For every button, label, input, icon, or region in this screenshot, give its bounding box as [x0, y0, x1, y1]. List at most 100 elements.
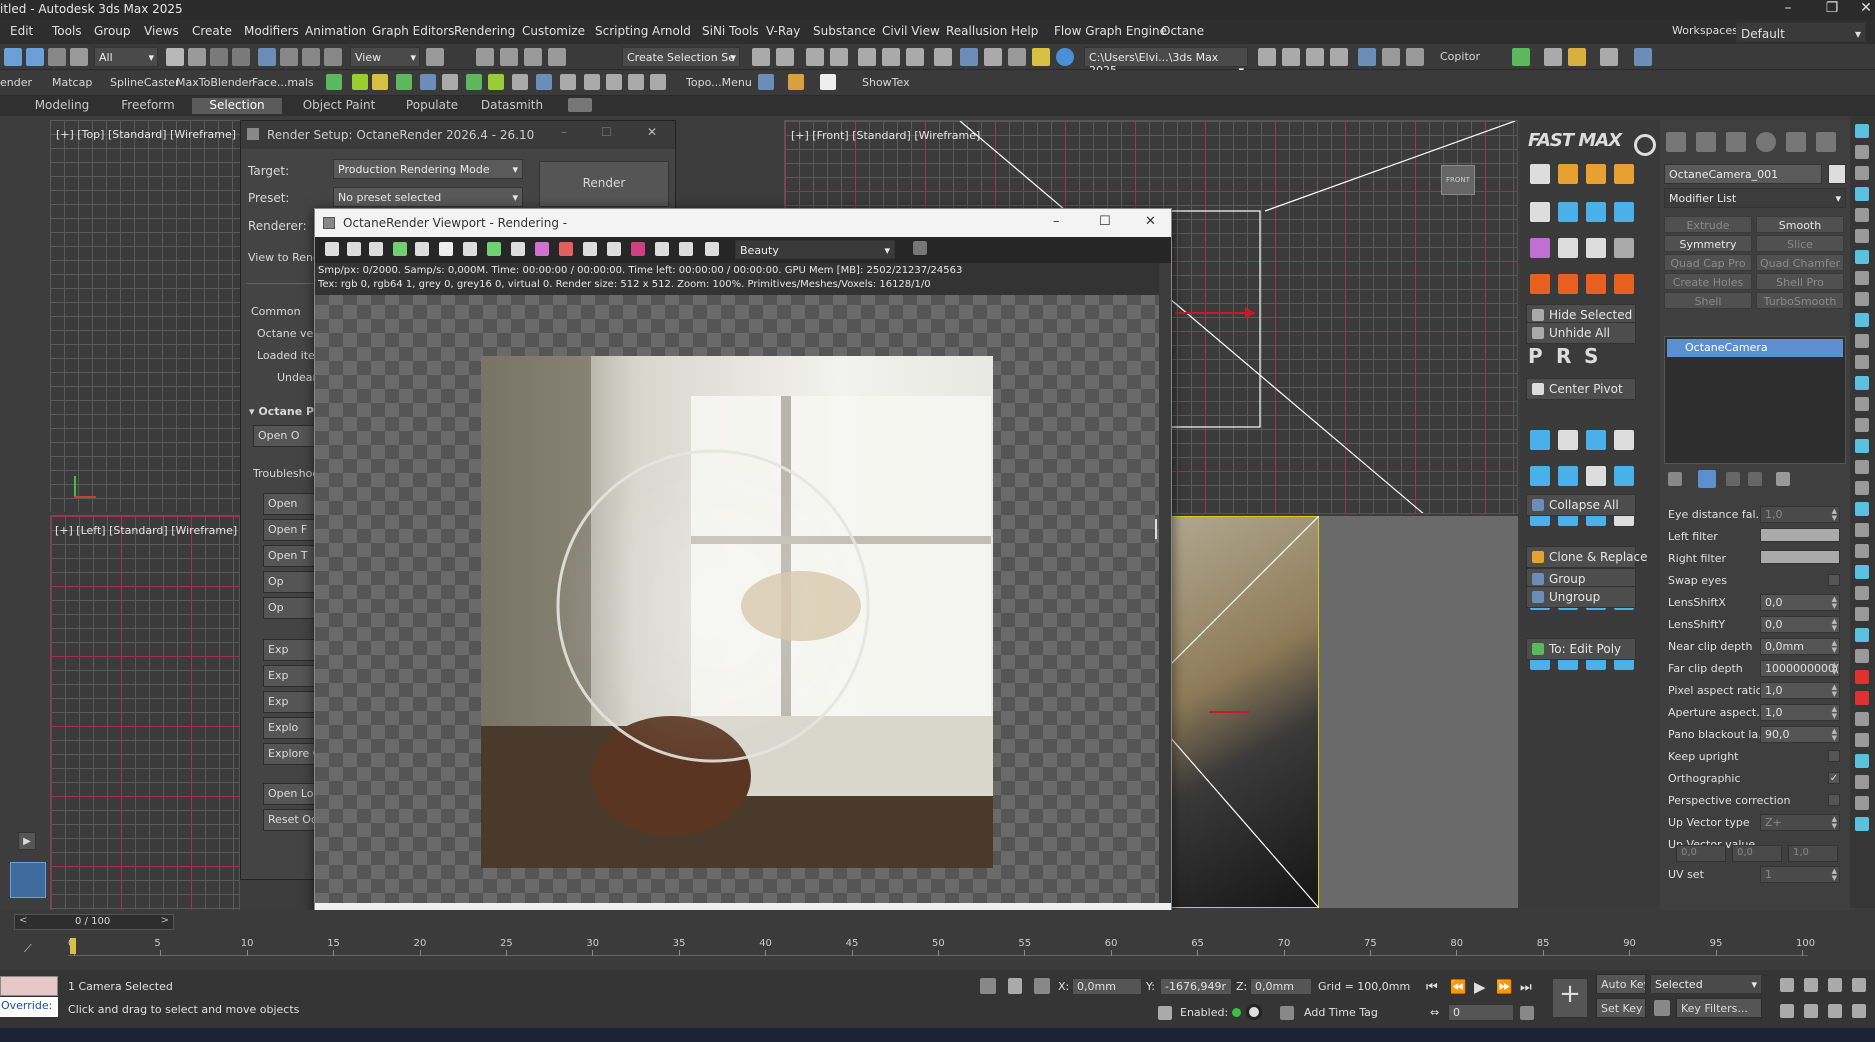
octane-tool-icon-8[interactable]: [511, 242, 525, 256]
key-mode-icon[interactable]: ⇔: [1430, 1006, 1439, 1019]
side-tool-icon-1[interactable]: [1855, 145, 1869, 159]
side-tool-icon-27[interactable]: [1855, 691, 1869, 705]
up-vector-field-0[interactable]: 0,0: [1676, 845, 1726, 862]
key-set-dropdown[interactable]: Selected ▾: [1650, 974, 1762, 994]
ribbon-tab-selection[interactable]: Selection: [192, 98, 282, 114]
menu-reallusion[interactable]: Reallusion: [946, 24, 1007, 38]
material-editor-icon[interactable]: [906, 48, 924, 66]
maxscript-listener[interactable]: [0, 976, 58, 996]
override-field[interactable]: Override:: [0, 997, 58, 1017]
script-tool-icon-11[interactable]: [584, 74, 600, 90]
side-tool-icon-17[interactable]: [1855, 481, 1869, 495]
ribbon-tab-freeform[interactable]: Freeform: [108, 98, 188, 114]
script-tool-icon-10[interactable]: [560, 74, 576, 90]
project-icon-2[interactable]: [1282, 48, 1300, 66]
side-tool-icon-30[interactable]: [1855, 754, 1869, 768]
link-icon[interactable]: [26, 48, 44, 66]
ribbon-tab-modeling[interactable]: Modeling: [20, 98, 104, 114]
octane-tool-icon-5[interactable]: [439, 242, 453, 256]
time-config-icon[interactable]: [1520, 1006, 1534, 1020]
menu-create[interactable]: Create: [192, 24, 232, 38]
a360-icon[interactable]: [1056, 48, 1074, 66]
curve-editor-icon[interactable]: [858, 48, 876, 66]
fastmax-tool-icon-13[interactable]: [1558, 274, 1578, 294]
side-tool-icon-15[interactable]: [1855, 439, 1869, 453]
curve-editor-mini-icon[interactable]: ⟋: [24, 942, 44, 962]
render-setup-minimize[interactable]: –: [561, 125, 567, 139]
script-tool-icon-16[interactable]: [788, 74, 804, 90]
create-tab-icon[interactable]: [1666, 132, 1686, 152]
modifier-smooth-button[interactable]: Smooth: [1756, 216, 1844, 233]
side-tool-icon-26[interactable]: [1855, 670, 1869, 684]
fastmax-tool-icon-22[interactable]: [1586, 430, 1606, 450]
spinner-arrows-icon[interactable]: ▲ ▼: [1832, 816, 1837, 830]
octane-tool-icon-0[interactable]: [325, 242, 339, 256]
fastmax-tool-icon-8[interactable]: [1530, 238, 1550, 258]
move-icon[interactable]: [258, 48, 276, 66]
param-checkbox-13[interactable]: [1828, 794, 1840, 806]
track-bar[interactable]: 0510152025303540455055606570758085909510…: [68, 936, 1815, 956]
target-dropdown[interactable]: Production Rendering Mode ▾: [333, 159, 523, 179]
absolute-mode-icon[interactable]: [1034, 978, 1050, 994]
rendered-frame-icon[interactable]: [960, 48, 978, 66]
window-crossing-icon[interactable]: [232, 48, 250, 66]
param-value-10[interactable]: 90,0 ▲ ▼: [1760, 726, 1840, 743]
fastmax-tool-icon-5[interactable]: [1558, 202, 1578, 222]
side-tool-icon-0[interactable]: [1855, 124, 1869, 138]
menu-civil-view[interactable]: Civil View: [882, 24, 940, 38]
param-value-8[interactable]: 1,0 ▲ ▼: [1760, 682, 1840, 699]
octane-close[interactable]: ✕: [1145, 214, 1156, 229]
record-toggle-icon[interactable]: [1246, 1004, 1262, 1020]
script-button-3[interactable]: MaxToBlender: [176, 76, 253, 89]
menu-flow-graph-engine[interactable]: Flow Graph Engine: [1054, 24, 1167, 38]
side-tool-icon-32[interactable]: [1855, 796, 1869, 810]
fastmax-ungroup-button[interactable]: Ungroup: [1526, 586, 1636, 608]
param-value-0[interactable]: 1,0 ▲ ▼: [1760, 506, 1840, 523]
hierarchy-tab-icon[interactable]: [1726, 132, 1746, 152]
side-tool-icon-4[interactable]: [1855, 208, 1869, 222]
key-filters-button[interactable]: Key Filters...: [1676, 998, 1762, 1018]
octane-tool-icon-10[interactable]: [559, 242, 573, 256]
current-frame-field[interactable]: 0: [1448, 1004, 1514, 1021]
menu-v-ray[interactable]: V-Ray: [766, 24, 800, 38]
param-value-9[interactable]: 1,0 ▲ ▼: [1760, 704, 1840, 721]
side-tool-icon-7[interactable]: [1855, 271, 1869, 285]
ribbon-toggle-icon[interactable]: [830, 48, 848, 66]
layer-explorer-icon[interactable]: [806, 48, 824, 66]
param-checkbox-11[interactable]: [1828, 750, 1840, 762]
menu-tools[interactable]: Tools: [52, 24, 82, 38]
render-setup-maximize[interactable]: ☐: [601, 125, 612, 139]
side-tool-icon-3[interactable]: [1855, 187, 1869, 201]
script-tool-icon-3[interactable]: [396, 74, 412, 90]
modifier-symmetry-button[interactable]: Symmetry: [1664, 235, 1752, 252]
modifier-extrude-button[interactable]: Extrude: [1664, 216, 1752, 233]
minimize-button[interactable]: –: [1766, 0, 1810, 20]
script-button-4[interactable]: Face...mals: [252, 76, 314, 89]
script-tool-icon-7[interactable]: [488, 74, 504, 90]
script-icon[interactable]: [1544, 48, 1562, 66]
render-canvas[interactable]: Smp/px: 0/2000. Samp/s: 0,000M. Time: 00…: [315, 263, 1159, 903]
side-tool-icon-6[interactable]: [1855, 250, 1869, 264]
set-key-big-button[interactable]: +: [1552, 978, 1588, 1018]
rotate-icon[interactable]: [280, 48, 298, 66]
side-tool-icon-28[interactable]: [1855, 712, 1869, 726]
script-tool-icon-6[interactable]: [466, 74, 482, 90]
side-tool-icon-23[interactable]: [1855, 607, 1869, 621]
side-tool-icon-5[interactable]: [1855, 229, 1869, 243]
preset-dropdown[interactable]: No preset selected ▾: [333, 187, 523, 207]
spinner-arrows-icon[interactable]: ▲ ▼: [1832, 596, 1837, 610]
side-tool-icon-22[interactable]: [1855, 586, 1869, 600]
fastmax-tool-icon-10[interactable]: [1586, 238, 1606, 258]
selection-set-dropdown[interactable]: Create Selection Se ▾: [622, 47, 740, 67]
adaptive-degradation-icon[interactable]: [1158, 1006, 1172, 1020]
param-value-14[interactable]: Z+ ▲ ▼: [1760, 814, 1840, 831]
octane-tool-icon-1[interactable]: [347, 242, 361, 256]
menu-edit[interactable]: Edit: [10, 24, 33, 38]
script-tool-icon-8[interactable]: [512, 74, 528, 90]
remove-modifier-icon[interactable]: [1748, 472, 1762, 486]
fastmax-tool-icon-12[interactable]: [1530, 274, 1550, 294]
time-tag-icon[interactable]: [1280, 1006, 1294, 1020]
goto-start-icon[interactable]: ⏮: [1426, 980, 1438, 995]
octane-tool-icon-7[interactable]: [487, 242, 501, 256]
octane-tool-icon-16[interactable]: [705, 242, 719, 256]
